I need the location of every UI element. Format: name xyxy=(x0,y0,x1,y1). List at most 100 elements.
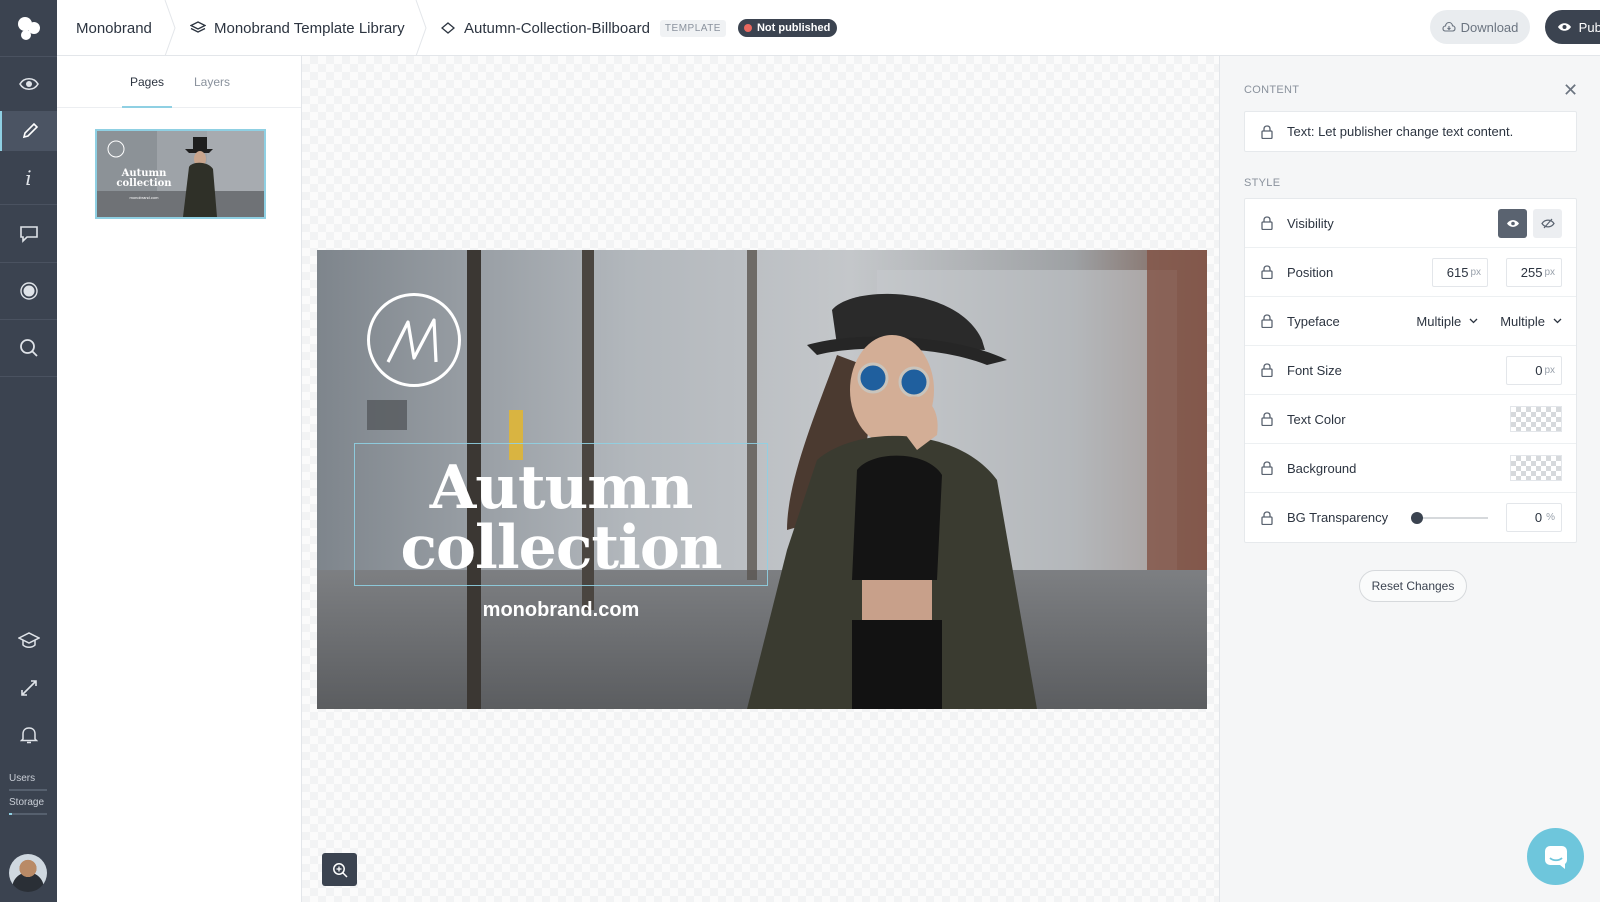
academy-cap-icon[interactable] xyxy=(0,621,57,661)
visibility-row: Visibility xyxy=(1245,199,1576,248)
template-badge: TEMPLATE xyxy=(659,19,726,37)
brand-mark-logo[interactable] xyxy=(367,293,461,387)
layers-stack-icon xyxy=(190,21,206,33)
thumbnail-url: monobrand.com xyxy=(129,195,159,200)
lock-icon[interactable] xyxy=(1261,412,1275,426)
top-bar: Monobrand Monobrand Template Library Aut… xyxy=(57,0,1600,56)
preview-eye-icon[interactable] xyxy=(0,64,57,104)
position-x-input[interactable]: 615 px xyxy=(1432,257,1488,287)
eye-icon xyxy=(1506,219,1519,227)
content-card: Text: Let publisher change text content. xyxy=(1244,111,1577,152)
text-color-swatch[interactable] xyxy=(1510,406,1562,432)
typeface-family-value: Multiple xyxy=(1416,313,1462,329)
billboard-url[interactable]: monobrand.com xyxy=(354,599,768,622)
bg-transparency-input[interactable]: 0% xyxy=(1506,503,1562,532)
tab-pages[interactable]: Pages xyxy=(122,56,173,108)
fullscreen-expand-icon[interactable] xyxy=(0,668,57,708)
font-size-value: 0 xyxy=(1535,362,1543,378)
style-card: Visibility Position 615 px 255 px Typeface… xyxy=(1244,198,1577,543)
content-section-label: CONTENT xyxy=(1244,84,1300,96)
zoom-button[interactable] xyxy=(322,853,357,886)
chevron-down-icon xyxy=(1553,318,1562,324)
design-canvas[interactable]: Autumn collection monobrand.com xyxy=(302,56,1219,902)
font-size-label: Font Size xyxy=(1287,362,1342,378)
breadcrumb-separator-icon xyxy=(164,0,176,56)
download-button[interactable]: Download xyxy=(1430,10,1530,44)
font-size-row: Font Size 0 px xyxy=(1245,346,1576,395)
record-dot-icon[interactable] xyxy=(0,271,57,311)
typeface-weight-select[interactable]: Multiple xyxy=(1500,314,1562,329)
background-label: Background xyxy=(1287,460,1357,476)
users-label: Users xyxy=(9,773,36,784)
background-color-swatch[interactable] xyxy=(1510,455,1562,481)
text-color-row: Text Color xyxy=(1245,395,1576,444)
typeface-label: Typeface xyxy=(1287,313,1340,329)
chat-launcher-button[interactable] xyxy=(1527,828,1584,885)
visibility-label: Visibility xyxy=(1287,215,1334,231)
chevron-down-icon xyxy=(1469,318,1478,324)
status-badge-label: Not published xyxy=(756,22,831,34)
position-label: Position xyxy=(1287,264,1334,280)
billboard-artboard[interactable]: Autumn collection monobrand.com xyxy=(317,250,1207,709)
inspector-panel: CONTENT ✕ Text: Let publisher change tex… xyxy=(1219,56,1600,902)
bg-transparency-label: BG Transparency xyxy=(1287,510,1389,525)
page-thumbnail[interactable]: Autumn collection monobrand.com xyxy=(95,129,266,219)
search-icon[interactable] xyxy=(0,328,57,368)
unit-label: px xyxy=(1544,266,1555,278)
breadcrumb-document[interactable]: Autumn-Collection-Billboard TEMPLATE Not… xyxy=(441,0,838,56)
template-diamond-icon xyxy=(441,22,455,34)
tab-layers[interactable]: Layers xyxy=(194,56,230,108)
content-permission-row[interactable]: Text: Let publisher change text content. xyxy=(1245,112,1576,151)
avatar[interactable] xyxy=(9,854,47,892)
style-section-label: STYLE xyxy=(1244,177,1281,189)
status-badge: Not published xyxy=(737,19,838,37)
typeface-row: Typeface Multiple Multiple xyxy=(1245,297,1576,346)
left-rail: i Users Storage xyxy=(0,0,57,902)
lock-icon[interactable] xyxy=(1261,510,1275,525)
billboard-headline[interactable]: Autumn collection xyxy=(354,443,768,586)
percent-unit-label: % xyxy=(1546,512,1555,523)
download-label: Download xyxy=(1460,19,1519,35)
eye-icon xyxy=(1557,23,1571,31)
publish-button[interactable]: Publish xyxy=(1545,10,1600,44)
monobrand-logo-icon[interactable] xyxy=(0,0,57,57)
bg-transparency-slider[interactable] xyxy=(1411,511,1488,524)
breadcrumb-root[interactable]: Monobrand xyxy=(76,0,152,56)
breadcrumb-library-label: Monobrand Template Library xyxy=(214,19,405,37)
content-permission-text: Text: Let publisher change text content. xyxy=(1287,124,1514,139)
unit-label: px xyxy=(1470,266,1481,278)
position-x-value: 615 xyxy=(1446,264,1469,280)
position-y-input[interactable]: 255 px xyxy=(1506,257,1562,287)
notification-bell-icon[interactable] xyxy=(0,715,57,755)
users-meter xyxy=(9,789,47,791)
zoom-in-icon xyxy=(332,862,348,878)
monogram-m-icon xyxy=(386,318,438,363)
info-icon[interactable]: i xyxy=(0,158,57,198)
storage-meter xyxy=(9,813,47,815)
lock-icon[interactable] xyxy=(1261,363,1275,377)
lock-icon[interactable] xyxy=(1261,265,1275,279)
pages-panel: Pages Layers Autumn collection monobrand… xyxy=(57,56,302,902)
close-icon[interactable]: ✕ xyxy=(1563,80,1578,101)
lock-icon[interactable] xyxy=(1261,216,1275,230)
slider-handle[interactable] xyxy=(1411,511,1423,524)
breadcrumb-library[interactable]: Monobrand Template Library xyxy=(190,0,405,56)
reset-changes-button[interactable]: Reset Changes xyxy=(1359,570,1467,602)
edit-pencil-icon[interactable] xyxy=(0,111,57,151)
headline-line-1: Autumn xyxy=(429,453,694,523)
font-size-input[interactable]: 0 px xyxy=(1506,355,1562,385)
hidden-toggle-button[interactable] xyxy=(1533,208,1562,238)
lock-icon[interactable] xyxy=(1261,314,1275,328)
lock-icon[interactable] xyxy=(1261,461,1275,475)
chat-bubble-icon xyxy=(1544,845,1567,869)
typeface-family-select[interactable]: Multiple xyxy=(1416,314,1478,329)
status-dot-icon xyxy=(743,24,752,32)
eye-off-icon xyxy=(1540,218,1555,228)
bg-transparency-row: BG Transparency 0% xyxy=(1245,493,1576,542)
panel-tabs: Pages Layers xyxy=(57,56,301,108)
lock-icon[interactable] xyxy=(1261,124,1275,139)
position-y-value: 255 xyxy=(1520,264,1543,280)
storage-label: Storage xyxy=(9,797,45,808)
comments-icon[interactable] xyxy=(0,214,57,254)
visible-toggle-button[interactable] xyxy=(1498,208,1527,238)
